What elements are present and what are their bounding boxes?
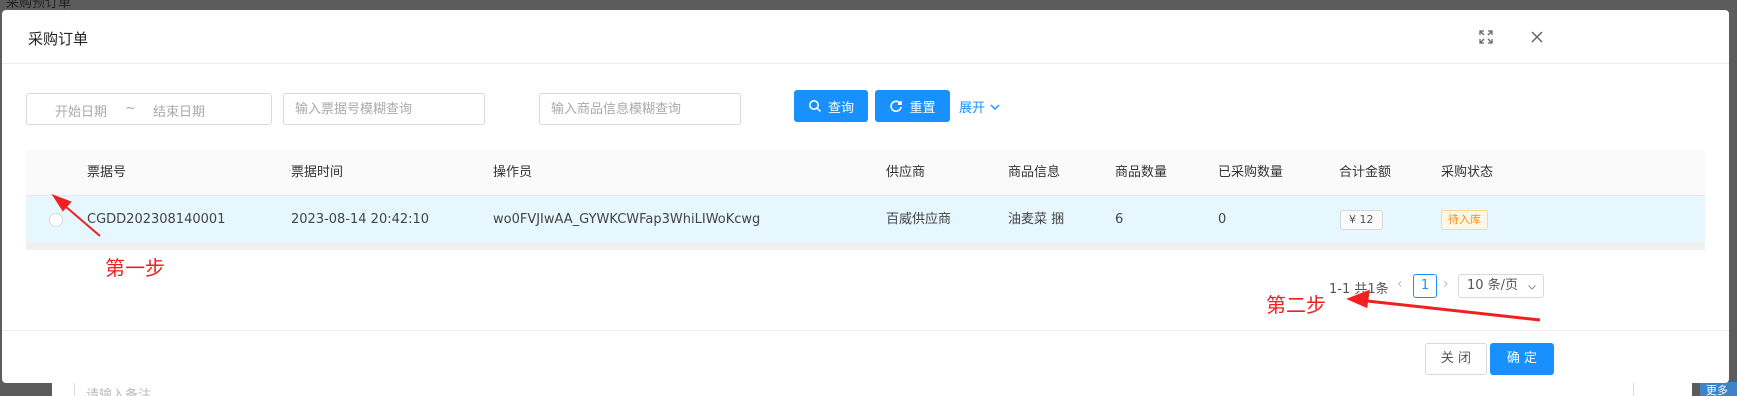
expand-filters-link[interactable]: 展开 bbox=[959, 97, 1001, 116]
dialog-title: 采购订单 bbox=[28, 30, 89, 48]
cell-supplier: 百威供应商 bbox=[886, 212, 952, 227]
reload-icon bbox=[890, 100, 903, 113]
date-separator: ~ bbox=[125, 101, 136, 116]
table-header: 票据号 票据时间 操作员 供应商 商品信息 商品数量 已采购数量 合计金额 采购… bbox=[26, 150, 1705, 196]
close-icon[interactable] bbox=[1528, 28, 1546, 46]
reset-button[interactable]: 重置 bbox=[875, 90, 950, 122]
col-purchased-qty: 已采购数量 bbox=[1218, 165, 1284, 180]
annotation-step2: 第二步 bbox=[1266, 293, 1326, 317]
start-date-placeholder: 开始日期 bbox=[55, 105, 108, 120]
col-operator: 操作员 bbox=[493, 165, 533, 180]
end-date-placeholder: 结束日期 bbox=[153, 105, 206, 120]
search-icon bbox=[808, 100, 821, 112]
col-supplier: 供应商 bbox=[886, 165, 926, 180]
page-number-current[interactable]: 1 bbox=[1413, 274, 1437, 298]
backdrop-more-button[interactable]: 更多 bbox=[1700, 382, 1737, 396]
close-button[interactable]: 关 闭 bbox=[1425, 343, 1487, 375]
page-size-value: 10 条/页 bbox=[1467, 278, 1519, 293]
reset-button-label: 重置 bbox=[909, 100, 936, 116]
pagination-total: 1-1 共1条 bbox=[1329, 282, 1389, 297]
backdrop-more-label: 更多 bbox=[1706, 384, 1728, 396]
remark-input[interactable] bbox=[74, 382, 1634, 396]
chevron-down-icon bbox=[990, 104, 1000, 110]
col-qty: 商品数量 bbox=[1115, 165, 1168, 180]
col-bill-no: 票据号 bbox=[87, 165, 127, 180]
cell-bill-time: 2023-08-14 20:42:10 bbox=[291, 212, 430, 227]
search-button-label: 查询 bbox=[827, 100, 854, 116]
row-select-radio[interactable] bbox=[49, 213, 63, 227]
cell-operator: wo0FVJIwAA_GYWKCWFap3WhiLIWoKcwg bbox=[493, 212, 761, 227]
cell-purchased-qty: 0 bbox=[1218, 212, 1227, 227]
purchase-order-dialog: 采购订单 开始日期 ~ 结束日期 查询 重置 展开 票据号 票据时间 操作员 供… bbox=[2, 10, 1729, 383]
goods-search-input[interactable] bbox=[539, 93, 741, 125]
col-bill-time: 票据时间 bbox=[291, 165, 344, 180]
cell-bill-no: CGDD202308140001 bbox=[87, 212, 226, 227]
dialog-header: 采购订单 bbox=[2, 10, 1729, 64]
col-status: 采购状态 bbox=[1441, 165, 1494, 180]
expand-label: 展开 bbox=[959, 101, 986, 116]
remark-placeholder: 请输入备注 bbox=[86, 388, 152, 396]
col-goods: 商品信息 bbox=[1008, 165, 1061, 180]
purchase-order-table: 票据号 票据时间 操作员 供应商 商品信息 商品数量 已采购数量 合计金额 采购… bbox=[26, 150, 1705, 243]
prev-page-icon[interactable]: ‹ bbox=[1397, 276, 1403, 292]
cell-qty: 6 bbox=[1115, 212, 1124, 227]
status-badge: 待入库 bbox=[1441, 210, 1488, 230]
cell-goods: 油麦菜 捆 bbox=[1008, 212, 1065, 227]
dialog-footer: 关 闭 确 定 bbox=[2, 330, 1729, 383]
date-range-picker[interactable]: 开始日期 ~ 结束日期 bbox=[26, 93, 272, 125]
table-horizontal-scrollbar[interactable] bbox=[26, 242, 1705, 250]
table-row[interactable]: CGDD202308140001 2023-08-14 20:42:10 wo0… bbox=[26, 196, 1705, 243]
search-button[interactable]: 查询 bbox=[794, 90, 868, 122]
fullscreen-icon[interactable] bbox=[1477, 28, 1495, 46]
amount-tag: ¥ 12 bbox=[1340, 210, 1383, 230]
chevron-down-icon bbox=[1528, 285, 1536, 290]
backdrop-remark-area: 请输入备注 bbox=[52, 382, 1692, 396]
bill-no-search-input[interactable] bbox=[283, 93, 485, 125]
annotation-step1: 第一步 bbox=[105, 256, 165, 280]
next-page-icon[interactable]: › bbox=[1443, 276, 1449, 292]
col-amount: 合计金额 bbox=[1339, 165, 1392, 180]
confirm-button[interactable]: 确 定 bbox=[1490, 343, 1554, 375]
page-size-select[interactable]: 10 条/页 bbox=[1458, 274, 1544, 298]
